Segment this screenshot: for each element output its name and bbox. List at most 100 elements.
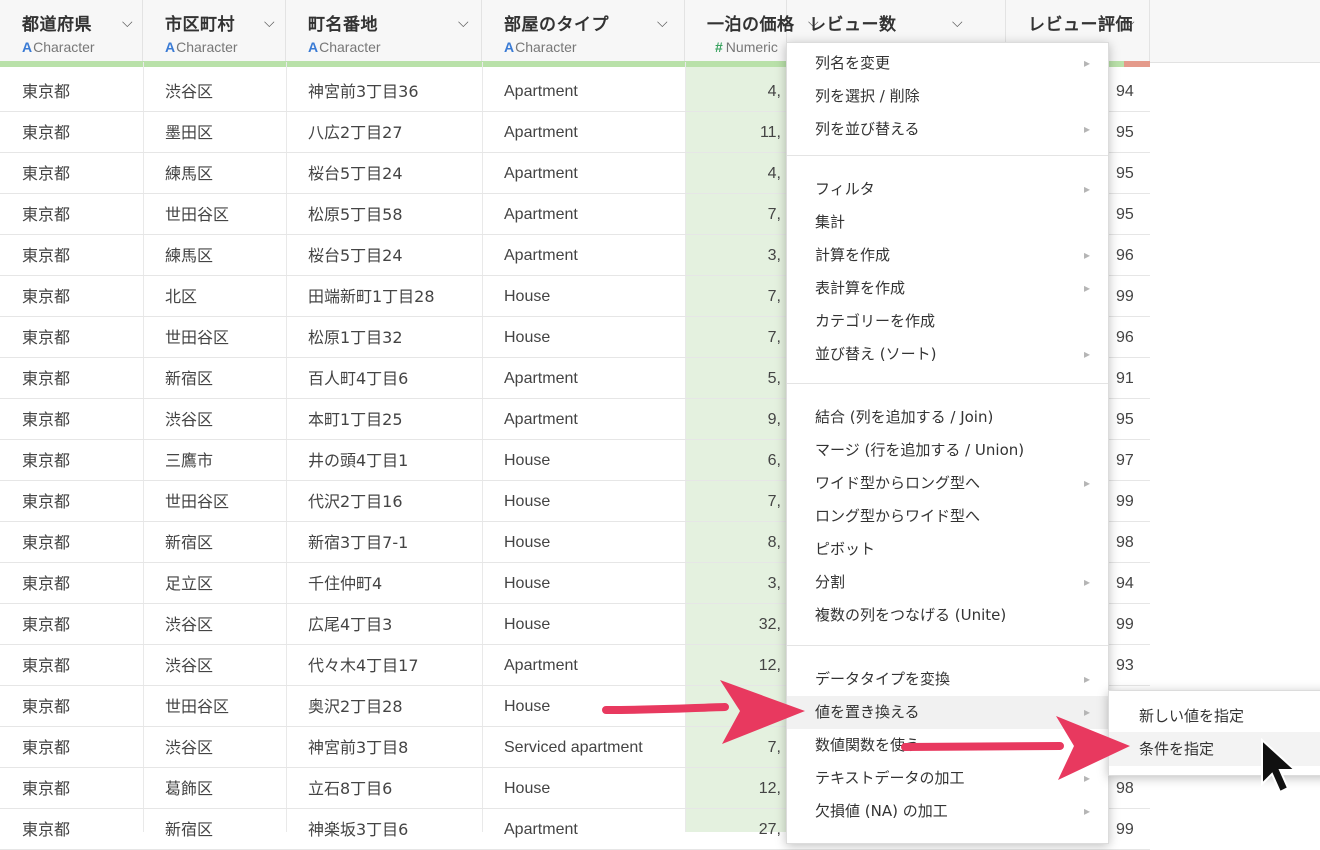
table-cell[interactable]: 代々木4丁目17 [286, 645, 482, 686]
menu-item[interactable]: ロング型からワイド型へ [787, 500, 1108, 533]
table-cell[interactable]: 7, [685, 276, 787, 317]
table-cell[interactable]: 東京都 [0, 768, 143, 809]
menu-item[interactable]: 列を選択 / 削除 [787, 80, 1108, 113]
table-cell[interactable]: Apartment [482, 235, 685, 276]
table-cell[interactable]: House [482, 440, 685, 481]
table-cell[interactable]: 神楽坂3丁目6 [286, 809, 482, 850]
menu-item[interactable]: マージ (行を追加する / Union) [787, 434, 1108, 467]
table-cell[interactable]: 3, [685, 563, 787, 604]
table-cell[interactable]: 渋谷区 [143, 645, 286, 686]
table-cell[interactable]: Apartment [482, 153, 685, 194]
menu-item[interactable]: 欠損値 (NA) の加工 ▸ [787, 795, 1108, 828]
table-cell[interactable]: Apartment [482, 399, 685, 440]
table-cell[interactable]: House [482, 604, 685, 645]
table-cell[interactable]: Apartment [482, 645, 685, 686]
table-cell[interactable]: Serviced apartment [482, 727, 685, 768]
table-cell[interactable]: 東京都 [0, 153, 143, 194]
table-cell[interactable]: 世田谷区 [143, 481, 286, 522]
table-cell[interactable]: 12, [685, 645, 787, 686]
table-cell[interactable]: 松原5丁目58 [286, 194, 482, 235]
table-cell[interactable]: 新宿区 [143, 522, 286, 563]
table-cell[interactable]: 東京都 [0, 686, 143, 727]
table-cell[interactable]: 渋谷区 [143, 399, 286, 440]
menu-item[interactable]: フィルタ ▸ [787, 173, 1108, 206]
menu-item[interactable]: 分割 ▸ [787, 566, 1108, 599]
table-cell[interactable]: 東京都 [0, 317, 143, 358]
table-cell[interactable]: House [482, 522, 685, 563]
column-header-2[interactable]: 市区町村 ACharacter [143, 0, 286, 62]
table-cell[interactable]: 渋谷区 [143, 727, 286, 768]
table-cell[interactable]: 田端新町1丁目28 [286, 276, 482, 317]
table-cell[interactable]: House [482, 481, 685, 522]
table-cell[interactable]: 7, [685, 481, 787, 522]
menu-item[interactable]: テキストデータの加工 ▸ [787, 762, 1108, 795]
table-cell[interactable]: 東京都 [0, 727, 143, 768]
menu-item[interactable]: 表計算を作成 ▸ [787, 272, 1108, 305]
menu-item[interactable]: 値を置き換える ▸ [787, 696, 1108, 729]
menu-item[interactable]: 複数の列をつなげる (Unite) [787, 599, 1108, 632]
table-cell[interactable]: 東京都 [0, 276, 143, 317]
table-cell[interactable]: 東京都 [0, 71, 143, 112]
table-cell[interactable]: 立石8丁目6 [286, 768, 482, 809]
table-cell[interactable]: Apartment [482, 194, 685, 235]
column-header-3[interactable]: 町名番地 ACharacter [286, 0, 482, 62]
table-cell[interactable]: 奥沢2丁目28 [286, 686, 482, 727]
table-cell[interactable]: Apartment [482, 809, 685, 850]
column-header-1[interactable]: 都道府県 ACharacter [0, 0, 143, 62]
chevron-down-icon[interactable]: ⌵ [264, 15, 275, 31]
table-cell[interactable]: 神宮前3丁目8 [286, 727, 482, 768]
table-cell[interactable]: 八広2丁目27 [286, 112, 482, 153]
table-cell[interactable]: 渋谷区 [143, 604, 286, 645]
table-cell[interactable]: 渋谷区 [143, 71, 286, 112]
table-cell[interactable]: 東京都 [0, 604, 143, 645]
table-cell[interactable]: 7, [685, 727, 787, 768]
table-cell[interactable]: 7, [685, 194, 787, 235]
table-cell[interactable]: House [482, 563, 685, 604]
table-cell[interactable]: 北区 [143, 276, 286, 317]
table-cell[interactable]: 練馬区 [143, 235, 286, 276]
menu-item[interactable]: 並び替え (ソート) ▸ [787, 338, 1108, 371]
table-cell[interactable]: 新宿3丁目7-1 [286, 522, 482, 563]
table-cell[interactable]: 7, [685, 317, 787, 358]
table-cell[interactable]: 世田谷区 [143, 317, 286, 358]
submenu-item[interactable]: 新しい値を指定 [1109, 699, 1320, 733]
table-cell[interactable]: 11, [685, 112, 787, 153]
menu-item[interactable]: ピボット [787, 533, 1108, 566]
table-cell[interactable]: 東京都 [0, 809, 143, 850]
table-cell[interactable]: 8, [685, 522, 787, 563]
table-cell[interactable]: 松原1丁目32 [286, 317, 482, 358]
table-cell[interactable]: 練馬区 [143, 153, 286, 194]
table-cell[interactable]: 千住仲町4 [286, 563, 482, 604]
table-cell[interactable]: House [482, 317, 685, 358]
table-cell[interactable]: 東京都 [0, 235, 143, 276]
table-cell[interactable]: 東京都 [0, 481, 143, 522]
table-cell[interactable]: 東京都 [0, 399, 143, 440]
menu-item[interactable]: ワイド型からロング型へ ▸ [787, 467, 1108, 500]
table-cell[interactable]: 東京都 [0, 563, 143, 604]
table-cell[interactable]: 代沢2丁目16 [286, 481, 482, 522]
menu-item[interactable]: 集計 [787, 206, 1108, 239]
table-cell[interactable]: 6, [685, 440, 787, 481]
menu-item[interactable]: カテゴリーを作成 [787, 305, 1108, 338]
table-cell[interactable]: 32, [685, 604, 787, 645]
table-cell[interactable]: 東京都 [0, 358, 143, 399]
table-cell[interactable]: 世田谷区 [143, 686, 286, 727]
menu-item[interactable]: 結合 (列を追加する / Join) [787, 401, 1108, 434]
table-cell[interactable]: 12, [685, 768, 787, 809]
column-header-5[interactable]: 一泊の価格 # Numeric [685, 0, 794, 62]
table-cell[interactable]: House [482, 768, 685, 809]
table-cell[interactable]: Apartment [482, 358, 685, 399]
table-cell[interactable]: House [482, 686, 685, 727]
table-cell[interactable]: 4, [685, 153, 787, 194]
chevron-down-icon[interactable]: ⌵ [657, 15, 668, 31]
table-cell[interactable]: 東京都 [0, 645, 143, 686]
table-cell[interactable]: 東京都 [0, 522, 143, 563]
table-cell[interactable]: Apartment [482, 71, 685, 112]
chevron-down-icon[interactable]: ⌵ [122, 15, 133, 31]
chevron-down-icon[interactable]: ⌵ [458, 15, 469, 31]
table-cell[interactable]: 3, [685, 235, 787, 276]
table-cell[interactable]: 墨田区 [143, 112, 286, 153]
table-cell[interactable]: 9, [685, 399, 787, 440]
table-cell[interactable]: 27, [685, 809, 787, 850]
column-header-4[interactable]: 部屋のタイプ ACharacter [482, 0, 685, 62]
